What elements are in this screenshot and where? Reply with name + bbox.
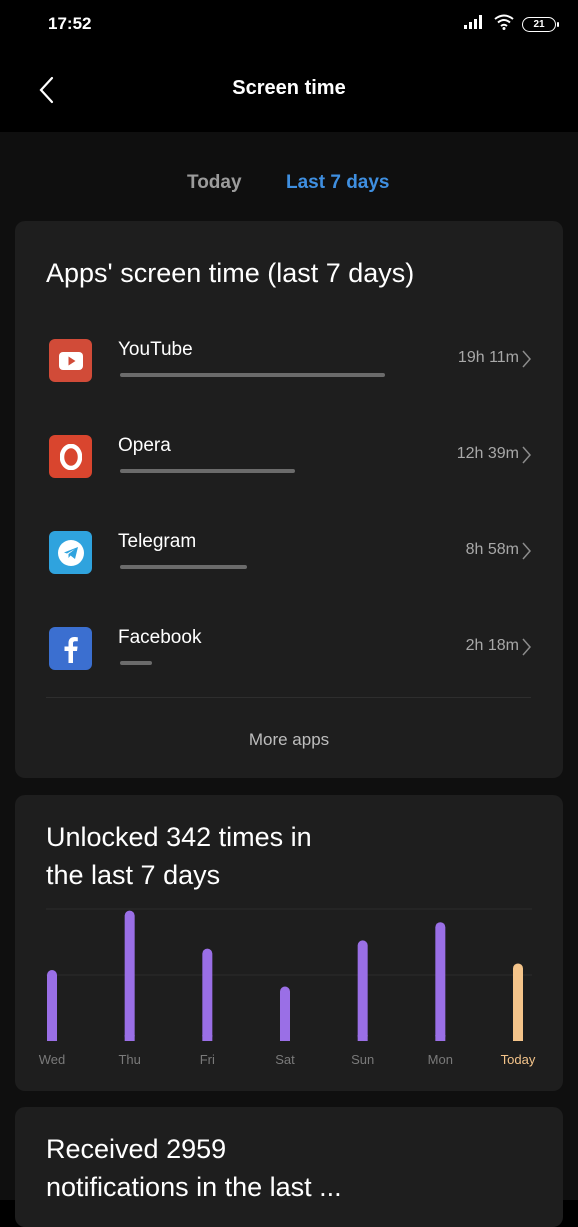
chart-x-label: Today bbox=[501, 1052, 536, 1067]
app-name: Facebook bbox=[118, 627, 202, 648]
wifi-icon bbox=[494, 14, 514, 35]
apps-screen-time-card: Apps' screen time (last 7 days) YouTube … bbox=[15, 221, 563, 778]
chart-bar-base bbox=[47, 1035, 57, 1041]
chart-bar-base bbox=[202, 1035, 213, 1041]
chart-bar-wed bbox=[47, 970, 57, 1041]
chart-bar-base bbox=[357, 1035, 368, 1041]
app-row-opera[interactable]: Opera 12h 39m bbox=[15, 435, 563, 505]
chart-bar-base bbox=[280, 1035, 290, 1041]
youtube-icon bbox=[49, 339, 92, 382]
telegram-icon bbox=[49, 531, 92, 574]
divider bbox=[46, 697, 531, 698]
notifications-card-title: Received 2959 notifications in the last … bbox=[46, 1130, 342, 1206]
chart-bar-base bbox=[124, 1035, 135, 1041]
usage-time: 19h 11m bbox=[457, 349, 519, 366]
usage-bar bbox=[120, 469, 295, 473]
chart-bar-sun bbox=[357, 940, 368, 1041]
chevron-right-icon bbox=[522, 350, 531, 368]
unlocks-card: Unlocked 342 times in the last 7 days We… bbox=[15, 795, 563, 1091]
chart-x-label: Sun bbox=[351, 1052, 374, 1067]
chevron-right-icon bbox=[522, 542, 531, 560]
app-name: Telegram bbox=[118, 531, 197, 552]
tab-last-7-days[interactable]: Last 7 days bbox=[286, 172, 390, 194]
app-bar: Screen time bbox=[0, 50, 578, 132]
app-name: YouTube bbox=[118, 339, 193, 360]
chart-x-label: Fri bbox=[200, 1052, 215, 1067]
period-tabs: Today Last 7 days bbox=[0, 172, 578, 202]
signal-icon bbox=[464, 15, 486, 34]
usage-bar bbox=[120, 373, 385, 377]
chart-bar-fri bbox=[202, 948, 213, 1041]
chart-bar-base bbox=[435, 1035, 446, 1041]
chart-bar-thu bbox=[124, 910, 135, 1041]
status-bar: 17:52 21 bbox=[0, 0, 578, 50]
notifications-card: Received 2959 notifications in the last … bbox=[15, 1107, 563, 1227]
usage-time: 8h 58m bbox=[465, 541, 519, 558]
content-area: Today Last 7 days Apps' screen time (las… bbox=[0, 132, 578, 1227]
usage-time: 2h 18m bbox=[465, 637, 519, 654]
app-row-telegram[interactable]: Telegram 8h 58m bbox=[15, 531, 563, 601]
opera-icon bbox=[49, 435, 92, 478]
chart-bar-sat bbox=[280, 986, 290, 1041]
app-row-facebook[interactable]: Facebook 2h 18m bbox=[15, 627, 563, 697]
chart-x-label: Wed bbox=[39, 1052, 66, 1067]
notifications-title-line1: Received 2959 bbox=[46, 1134, 227, 1164]
app-name: Opera bbox=[118, 435, 171, 456]
more-apps-button[interactable]: More apps bbox=[15, 730, 563, 750]
facebook-icon bbox=[49, 627, 92, 670]
battery-icon: 21 bbox=[522, 17, 559, 32]
chart-x-label: Sat bbox=[275, 1052, 295, 1067]
usage-time: 12h 39m bbox=[456, 445, 519, 462]
page-title: Screen time bbox=[232, 77, 346, 99]
chart-bar-mon bbox=[435, 922, 446, 1041]
usage-bar bbox=[120, 565, 247, 569]
chart-x-label: Thu bbox=[118, 1052, 140, 1067]
usage-bar bbox=[120, 661, 152, 665]
chart-bar-today bbox=[513, 963, 523, 1041]
apps-card-title: Apps' screen time (last 7 days) bbox=[46, 258, 415, 288]
app-row-youtube[interactable]: YouTube 19h 11m bbox=[15, 339, 563, 409]
chevron-right-icon bbox=[522, 638, 531, 656]
unlocks-bar-chart: Wed Thu Fri Sat Sun Mon Today bbox=[39, 908, 536, 1067]
chart-x-label: Mon bbox=[428, 1052, 453, 1067]
tab-today[interactable]: Today bbox=[187, 172, 242, 194]
chart-bar-base bbox=[513, 1035, 523, 1041]
status-icons: 21 bbox=[464, 14, 559, 35]
status-time: 17:52 bbox=[48, 14, 92, 33]
notifications-title-line2: notifications in the last ... bbox=[46, 1172, 342, 1202]
chevron-right-icon bbox=[522, 446, 531, 464]
